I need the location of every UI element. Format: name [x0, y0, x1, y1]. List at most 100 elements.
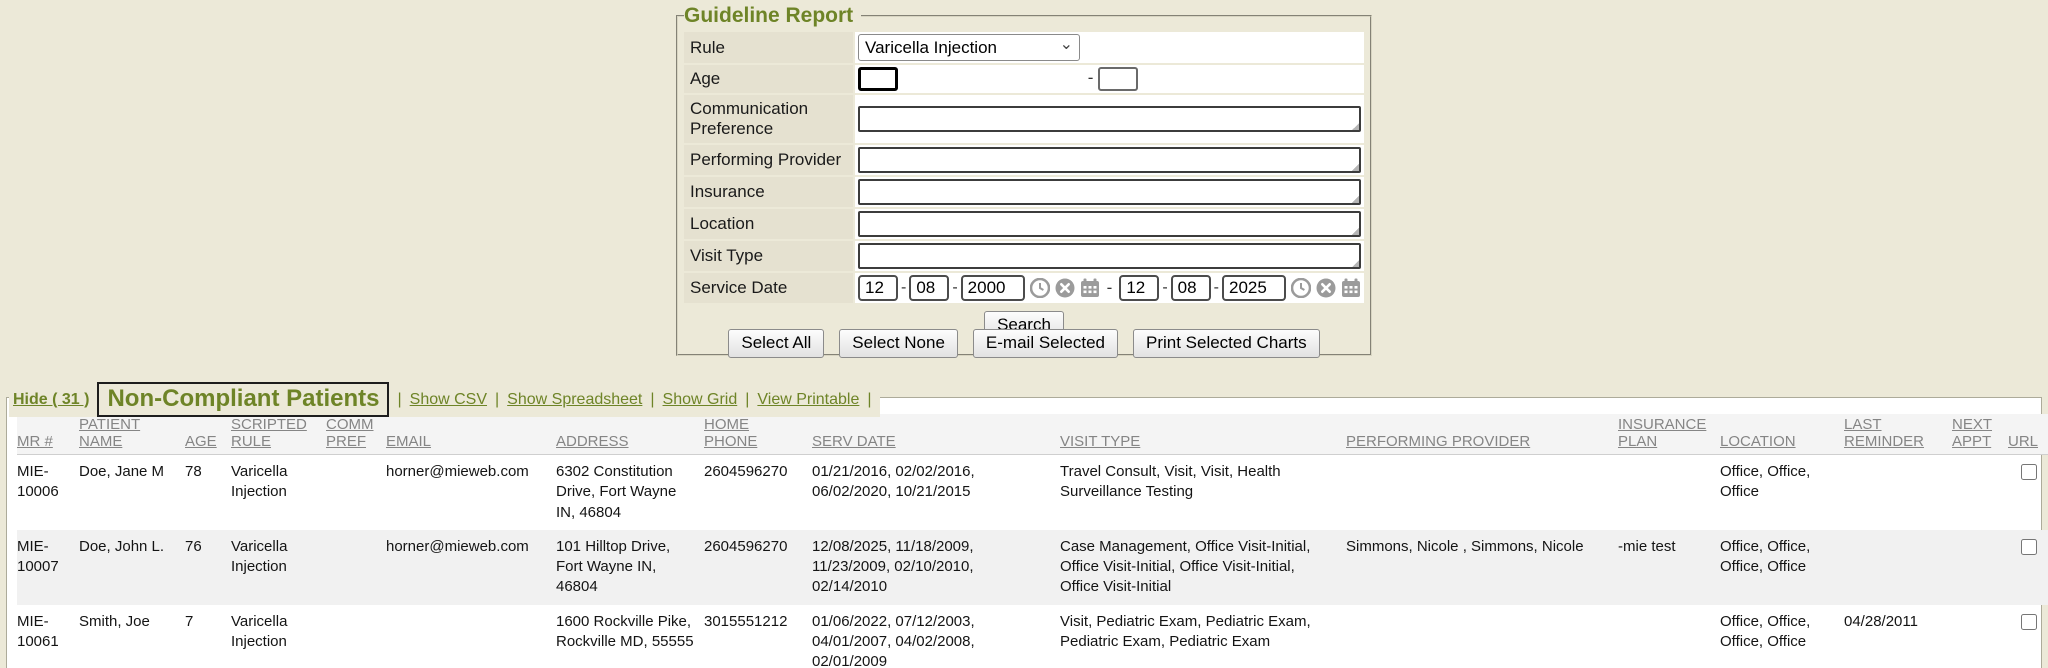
link-separator: | — [650, 391, 654, 409]
cell-comm — [326, 605, 386, 668]
cell-url — [2008, 530, 2048, 605]
row-select-checkbox[interactable] — [2021, 614, 2037, 630]
view-printable-link[interactable]: View Printable — [757, 391, 859, 409]
cell-age: 78 — [185, 455, 231, 530]
rule-row: Rule Varicella Injection — [684, 32, 1364, 63]
location-label: Location — [684, 209, 853, 239]
guideline-report-form: Guideline Report Rule Varicella Injectio… — [676, 4, 1372, 356]
age-range-dash: - — [1088, 68, 1094, 88]
link-separator: | — [495, 391, 499, 409]
cell-provider — [1346, 455, 1618, 530]
selection-actions: Select All Select None E-mail Selected P… — [676, 329, 1372, 358]
cell-mr: MIE-10007 — [17, 530, 79, 605]
cell-location: Office, Office, Office — [1720, 455, 1844, 530]
sort-link-visit[interactable]: VISIT TYPE — [1060, 433, 1140, 450]
service-date-from-year[interactable] — [961, 275, 1025, 301]
select-none-button[interactable]: Select None — [839, 329, 958, 358]
cell-next — [1952, 455, 2008, 530]
age-from-input[interactable] — [858, 67, 898, 91]
calendar-icon[interactable] — [1080, 278, 1100, 298]
sort-link-age[interactable]: AGE — [185, 433, 217, 450]
column-header-mr: MR # — [17, 414, 79, 455]
clear-date-icon[interactable] — [1055, 278, 1075, 298]
sort-link-location[interactable]: LOCATION — [1720, 433, 1796, 450]
cell-address: 101 Hilltop Drive, Fort Wayne IN, 46804 — [556, 530, 704, 605]
sort-link-address[interactable]: ADDRESS — [556, 433, 629, 450]
section-title-box: Non-Compliant Patients — [97, 382, 389, 417]
section-title: Non-Compliant Patients — [107, 385, 379, 412]
cell-address: 1600 Rockville Pike, Rockville MD, 55555 — [556, 605, 704, 668]
select-all-button[interactable]: Select All — [728, 329, 824, 358]
comm-pref-input[interactable] — [858, 106, 1361, 132]
sort-link-rule[interactable]: SCRIPTED RULE — [231, 416, 307, 450]
location-input[interactable] — [858, 211, 1361, 237]
sort-link-mr[interactable]: MR # — [17, 433, 53, 450]
link-separator: | — [745, 391, 749, 409]
comm-pref-label: Communication Preference — [684, 95, 853, 143]
cell-name: Doe, John L. — [79, 530, 185, 605]
cell-name: Doe, Jane M — [79, 455, 185, 530]
column-header-name: PATIENT NAME — [79, 414, 185, 455]
sort-link-serv[interactable]: SERV DATE — [812, 433, 896, 450]
date-sep: - — [1214, 279, 1219, 297]
sort-link-insurance[interactable]: INSURANCE PLAN — [1618, 416, 1706, 450]
clock-icon[interactable] — [1291, 278, 1311, 298]
service-date-range-dash: - — [1107, 278, 1113, 298]
age-to-input[interactable] — [1098, 67, 1138, 91]
row-select-checkbox[interactable] — [2021, 539, 2037, 555]
hide-count-link[interactable]: Hide ( 31 ) — [13, 391, 89, 409]
patient-row: MIE-10006Doe, Jane M78Varicella Injectio… — [17, 455, 2048, 530]
age-label: Age — [684, 65, 853, 93]
cell-serv: 01/06/2022, 07/12/2003, 04/01/2007, 04/0… — [812, 605, 1060, 668]
show-grid-link[interactable]: Show Grid — [663, 391, 738, 409]
cell-address: 6302 Constitution Drive, Fort Wayne IN, … — [556, 455, 704, 530]
row-select-checkbox[interactable] — [2021, 464, 2037, 480]
show-csv-link[interactable]: Show CSV — [410, 391, 487, 409]
patients-header-row: MR # PATIENT NAME AGE SCRIPTED RULE COMM PRE… — [17, 414, 2048, 455]
sort-link-phone[interactable]: HOME PHONE — [704, 416, 757, 450]
cell-phone: 3015551212 — [704, 605, 812, 668]
rule-select[interactable]: Varicella Injection — [858, 34, 1080, 61]
cell-next — [1952, 605, 2008, 668]
column-header-phone: HOME PHONE — [704, 414, 812, 455]
age-row: Age - — [684, 65, 1364, 93]
service-date-from-month[interactable] — [858, 275, 898, 301]
show-spreadsheet-link[interactable]: Show Spreadsheet — [507, 391, 642, 409]
sort-link-last[interactable]: LAST REMINDER — [1844, 416, 1924, 450]
cell-age: 76 — [185, 530, 231, 605]
service-date-to-year[interactable] — [1222, 275, 1286, 301]
cell-insurance — [1618, 455, 1720, 530]
column-header-next: NEXT APPT — [1952, 414, 2008, 455]
cell-location: Office, Office, Office, Office — [1720, 605, 1844, 668]
visit-type-input[interactable] — [858, 243, 1361, 269]
patients-table: MR # PATIENT NAME AGE SCRIPTED RULE COMM PRE… — [17, 414, 2048, 668]
email-selected-button[interactable]: E-mail Selected — [973, 329, 1118, 358]
date-sep: - — [901, 279, 906, 297]
performing-provider-input[interactable] — [858, 147, 1361, 173]
cell-insurance: -mie test — [1618, 530, 1720, 605]
clear-date-icon[interactable] — [1316, 278, 1336, 298]
cell-last — [1844, 455, 1952, 530]
sort-link-name[interactable]: PATIENT NAME — [79, 416, 140, 450]
sort-link-email[interactable]: EMAIL — [386, 433, 431, 450]
cell-email: horner@mieweb.com — [386, 530, 556, 605]
service-date-to-month[interactable] — [1119, 275, 1159, 301]
sort-link-next[interactable]: NEXT APPT — [1952, 416, 1992, 450]
insurance-label: Insurance — [684, 177, 853, 207]
visit-type-row: Visit Type — [684, 241, 1364, 271]
print-selected-charts-button[interactable]: Print Selected Charts — [1133, 329, 1320, 358]
cell-email — [386, 605, 556, 668]
cell-visit: Travel Consult, Visit, Visit, Health Sur… — [1060, 455, 1346, 530]
sort-link-provider[interactable]: PERFORMING PROVIDER — [1346, 433, 1530, 450]
service-date-from-day[interactable] — [909, 275, 949, 301]
service-date-to-day[interactable] — [1171, 275, 1211, 301]
clock-icon[interactable] — [1030, 278, 1050, 298]
sort-link-comm[interactable]: COMM PREF — [326, 416, 374, 450]
cell-provider — [1346, 605, 1618, 668]
cell-url — [2008, 455, 2048, 530]
calendar-icon[interactable] — [1341, 278, 1361, 298]
comm-pref-row: Communication Preference — [684, 95, 1364, 143]
sort-link-url[interactable]: URL — [2008, 433, 2038, 450]
column-header-comm: COMM PREF — [326, 414, 386, 455]
insurance-input[interactable] — [858, 179, 1361, 205]
